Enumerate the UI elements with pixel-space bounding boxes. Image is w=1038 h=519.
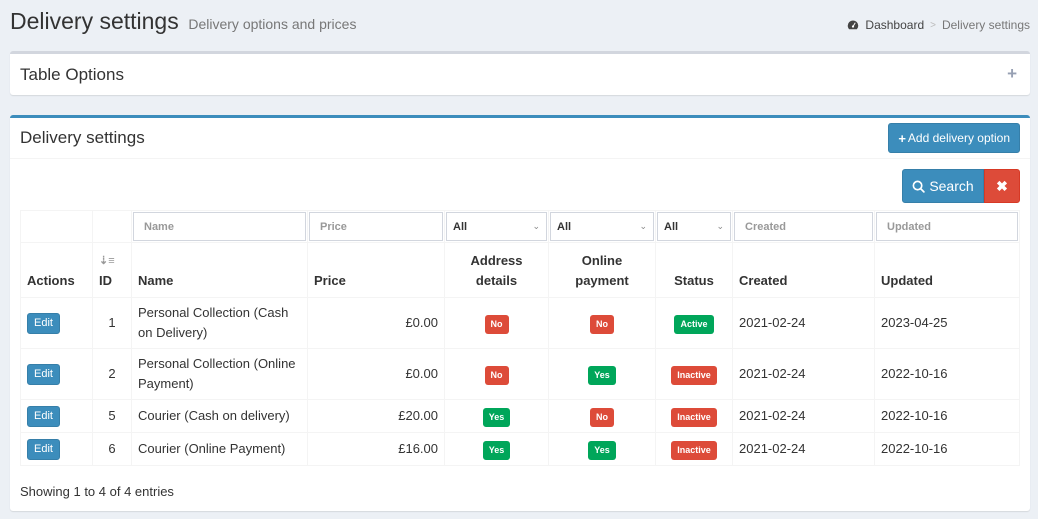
created-cell: 2021-02-24 <box>732 432 875 466</box>
name-filter-input[interactable]: Name <box>133 212 306 241</box>
chevron-down-icon: ⌄ <box>639 221 647 231</box>
box-header: Delivery settings + Add delivery option <box>10 118 1030 159</box>
column-price[interactable]: Price <box>307 242 445 298</box>
dashboard-icon <box>848 20 859 30</box>
status-badge: Inactive <box>671 407 717 427</box>
address-details-filter-select[interactable]: All ⌄ <box>446 212 547 241</box>
table-row: Edit 2 Personal Collection (Online Payme… <box>20 348 1020 400</box>
column-online-payment[interactable]: Online payment <box>548 242 656 298</box>
price-cell: £16.00 <box>307 432 445 466</box>
id-cell: 5 <box>92 399 132 433</box>
updated-cell: 2022-10-16 <box>874 399 1020 433</box>
updated-cell: 2022-10-16 <box>874 432 1020 466</box>
sort-descending-icon[interactable]: ⇣≡ <box>99 255 125 271</box>
showing-entries-info: Showing 1 to 4 of 4 entries <box>20 484 174 499</box>
address-badge: Yes <box>482 440 511 460</box>
table-row: Edit 6 Courier (Online Payment) £16.00 Y… <box>20 432 1020 466</box>
online-badge: No <box>590 407 614 427</box>
created-cell: 2021-02-24 <box>732 297 875 349</box>
id-cell: 1 <box>92 297 132 349</box>
status-badge: Active <box>674 314 714 334</box>
online-badge: No <box>590 314 614 334</box>
clear-search-button[interactable]: ✖ <box>984 169 1020 203</box>
price-filter-input[interactable]: Price <box>309 212 443 241</box>
price-cell: £20.00 <box>307 399 445 433</box>
status-badge: Inactive <box>671 440 717 460</box>
close-icon: ✖ <box>996 177 1008 194</box>
id-cell: 2 <box>92 348 132 400</box>
breadcrumb-separator: > <box>930 19 936 31</box>
table-options-box: Table Options + <box>10 51 1030 95</box>
address-badge: No <box>484 365 509 385</box>
updated-cell: 2023-04-25 <box>874 297 1020 349</box>
name-cell: Personal Collection (Cash on Delivery) <box>131 297 308 349</box>
add-delivery-option-button[interactable]: + Add delivery option <box>888 123 1020 153</box>
status-filter-select[interactable]: All ⌄ <box>657 212 731 241</box>
breadcrumb: Dashboard > Delivery settings <box>847 18 1030 32</box>
updated-filter-input[interactable]: Updated <box>876 212 1018 241</box>
search-label: Search <box>929 178 974 194</box>
name-cell: Courier (Cash on delivery) <box>131 399 308 433</box>
expand-plus-icon[interactable]: + <box>1007 64 1017 84</box>
search-button-group: Search ✖ <box>902 169 1020 203</box>
edit-button[interactable]: Edit <box>27 364 60 385</box>
plus-icon: + <box>898 130 906 146</box>
delivery-options-table: Name Price All ⌄ All ⌄ All ⌄ Created Update… <box>20 210 1020 466</box>
add-delivery-option-label: Add delivery option <box>907 131 1010 145</box>
filter-row: Name Price All ⌄ All ⌄ All ⌄ Created Update… <box>20 210 1020 243</box>
table-options-title[interactable]: Table Options <box>20 65 124 85</box>
column-created[interactable]: Created <box>732 242 875 298</box>
address-badge: Yes <box>482 407 511 427</box>
edit-button[interactable]: Edit <box>27 313 60 334</box>
price-cell: £0.00 <box>307 297 445 349</box>
online-badge: Yes <box>588 365 616 385</box>
address-badge: No <box>484 314 509 334</box>
name-cell: Courier (Online Payment) <box>131 432 308 466</box>
page-title: Delivery settings <box>10 8 179 34</box>
breadcrumb-current: Delivery settings <box>941 18 1030 32</box>
status-badge: Inactive <box>671 365 717 385</box>
content-header: Delivery settings Delivery options and p… <box>10 8 1030 40</box>
updated-cell: 2022-10-16 <box>874 348 1020 400</box>
column-address-details[interactable]: Address details <box>444 242 549 298</box>
search-icon <box>912 180 926 193</box>
header-row: Actions ⇣≡ ID Name Price Address details… <box>20 242 1020 298</box>
search-button[interactable]: Search <box>902 169 984 203</box>
online-badge: Yes <box>588 440 616 460</box>
online-payment-filter-select[interactable]: All ⌄ <box>550 212 654 241</box>
page-subtitle: Delivery options and prices <box>188 16 357 32</box>
id-cell: 6 <box>92 432 132 466</box>
column-status[interactable]: Status <box>655 242 733 298</box>
chevron-down-icon: ⌄ <box>532 221 540 231</box>
created-cell: 2021-02-24 <box>732 399 875 433</box>
delivery-settings-box: Delivery settings + Add delivery option … <box>10 115 1030 511</box>
breadcrumb-home[interactable]: Dashboard <box>865 18 924 32</box>
table-row: Edit 5 Courier (Cash on delivery) £20.00… <box>20 399 1020 433</box>
edit-button[interactable]: Edit <box>27 406 60 427</box>
price-cell: £0.00 <box>307 348 445 400</box>
column-actions: Actions <box>20 242 93 298</box>
column-id[interactable]: ⇣≡ ID <box>92 242 132 298</box>
chevron-down-icon: ⌄ <box>716 221 724 231</box>
box-title: Delivery settings <box>20 128 145 147</box>
column-name[interactable]: Name <box>131 242 308 298</box>
table-row: Edit 1 Personal Collection (Cash on Deli… <box>20 297 1020 349</box>
created-filter-input[interactable]: Created <box>734 212 873 241</box>
name-cell: Personal Collection (Online Payment) <box>131 348 308 400</box>
edit-button[interactable]: Edit <box>27 439 60 460</box>
created-cell: 2021-02-24 <box>732 348 875 400</box>
column-updated[interactable]: Updated <box>874 242 1020 298</box>
